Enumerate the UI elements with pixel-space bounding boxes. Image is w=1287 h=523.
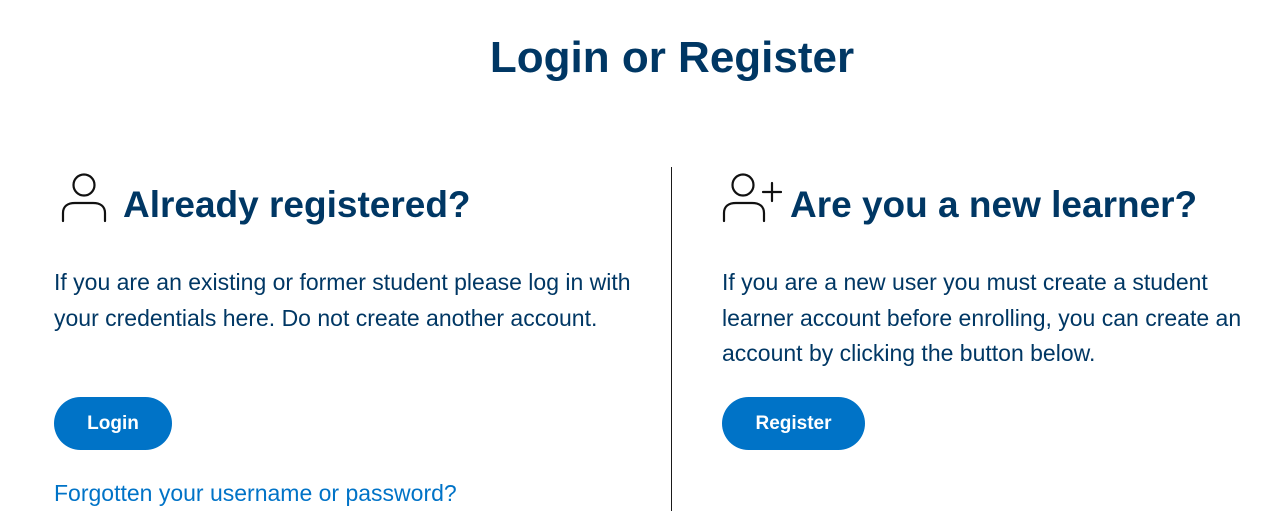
new-learner-heading: Are you a new learner? — [722, 168, 1282, 240]
forgot-credentials-link[interactable]: Forgotten your username or password? — [54, 478, 457, 508]
user-icon — [58, 172, 118, 228]
user-plus-icon — [722, 172, 783, 228]
existing-user-heading-text: Already registered? — [123, 184, 471, 225]
new-learner-heading-text: Are you a new learner? — [790, 184, 1198, 225]
existing-user-description: If you are an existing or former student… — [54, 269, 631, 331]
login-register-page: Login or Register Already registered? If… — [0, 0, 1287, 523]
existing-user-panel: Already registered? If you are an existi… — [54, 168, 654, 506]
register-button[interactable]: Register — [722, 397, 865, 450]
login-button[interactable]: Login — [54, 397, 172, 450]
column-divider — [671, 167, 672, 511]
existing-user-heading: Already registered? — [54, 168, 654, 240]
page-title: Login or Register — [489, 33, 855, 82]
new-learner-panel: Are you a new learner? If you are a new … — [722, 168, 1282, 450]
new-learner-description: If you are a new user you must create a … — [722, 269, 1242, 366]
